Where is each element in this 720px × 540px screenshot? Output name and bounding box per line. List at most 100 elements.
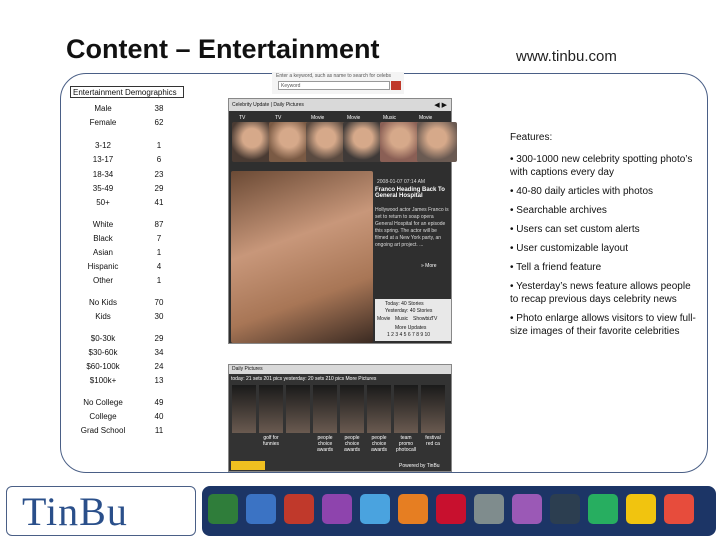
daily-counts[interactable]: today: 21 sets 201 pics yesterday: 20 se…	[231, 376, 376, 382]
soccer-ball-icon[interactable]	[208, 494, 238, 524]
demographics-value: 41	[154, 198, 164, 207]
subtab-tv[interactable]: TV	[431, 316, 437, 322]
demographics-value: 62	[154, 118, 164, 127]
demographics-label: $0-30k	[90, 334, 116, 343]
demographics-label: Other	[92, 276, 113, 285]
today-stories[interactable]: Today: 40 Stories	[385, 301, 424, 307]
daily-photo[interactable]	[367, 385, 391, 433]
daily-photo[interactable]	[313, 385, 337, 433]
article-body: Hollywood actor James Franco is set to r…	[375, 207, 449, 248]
daily-pictures-panel: Daily Pictures today: 21 sets 201 pics y…	[228, 364, 452, 472]
subtab-showbiz[interactable]: Showbiz	[413, 316, 432, 322]
article-title[interactable]: Franco Heading Back To General Hospital	[375, 187, 449, 199]
daily-photo[interactable]	[232, 385, 256, 433]
celebrity-thumbnail[interactable]	[417, 122, 457, 162]
person-icon[interactable]	[474, 494, 504, 524]
search-panel: Enter a keyword, such as name to search …	[272, 72, 404, 94]
demographics-value: 34	[154, 348, 164, 357]
demographics-label: Hispanic	[87, 262, 119, 271]
demographics-label: College	[89, 412, 117, 421]
featured-photo[interactable]	[231, 171, 373, 343]
tab-tv[interactable]: TV	[239, 115, 245, 121]
demographics-label: 3-12	[94, 141, 111, 150]
demographics-value: 29	[154, 334, 164, 343]
daily-photo[interactable]	[340, 385, 364, 433]
tab-movie[interactable]: Movie	[311, 115, 324, 121]
feature-item: • Tell a friend feature	[510, 262, 602, 273]
feature-item: • 40-80 daily articles with photos	[510, 186, 654, 197]
powered-by: Powered by TinBu	[399, 463, 440, 469]
keyword-input[interactable]: Keyword	[278, 81, 390, 90]
daily-caption: festival red ca	[425, 435, 441, 447]
slide-title: Content – Entertainment	[66, 34, 380, 64]
celebrity-thumbnail[interactable]	[380, 122, 420, 162]
tab-music[interactable]: Music	[383, 115, 396, 121]
demographics-value: 38	[154, 104, 164, 113]
pager[interactable]: 1 2 3 4 5 6 7 8 9 10	[387, 332, 430, 338]
demographics-value: 23	[154, 170, 164, 179]
demographics-label: Black	[93, 234, 113, 243]
billiard-ball-icon[interactable]	[322, 494, 352, 524]
subtab-music[interactable]: Music	[395, 316, 408, 322]
tab-movie[interactable]: Movie	[347, 115, 360, 121]
music-notes-icon[interactable]	[284, 494, 314, 524]
demographics-label: 18-34	[92, 170, 114, 179]
demographics-label: 50+	[96, 198, 110, 207]
feature-item: • Users can set custom alerts	[510, 224, 640, 235]
demographics-value: 1	[156, 248, 162, 257]
daily-photo[interactable]	[394, 385, 418, 433]
daily-header: Daily Pictures	[229, 365, 451, 374]
daily-photo[interactable]	[259, 385, 283, 433]
newspaper-icon[interactable]	[436, 494, 466, 524]
demographics-value: 49	[154, 398, 164, 407]
basketball-icon[interactable]	[664, 494, 694, 524]
daily-caption: people choice awards	[370, 435, 388, 453]
celebrity-thumbnail[interactable]	[306, 122, 346, 162]
demographics-label: Kids	[95, 312, 111, 321]
demographics-value: 24	[154, 362, 164, 371]
more-link[interactable]: » More	[421, 263, 437, 269]
site-url[interactable]: www.tinbu.com	[516, 48, 617, 65]
stories-panel: Today: 40 Stories Yesterday: 40 Stories …	[375, 299, 451, 341]
celebrity-thumbnail[interactable]	[269, 122, 309, 162]
more-updates-link[interactable]: More Updates	[395, 325, 426, 331]
demographics-value: 13	[154, 376, 164, 385]
search-hint: Enter a keyword, such as name to search …	[276, 73, 392, 79]
chess-icon[interactable]	[588, 494, 618, 524]
nav-arrows-icon[interactable]: ◀ ▶	[434, 101, 447, 109]
tab-header: Celebrity Update | Daily Pictures	[229, 99, 451, 111]
subtab-movie[interactable]: Movie	[377, 316, 390, 322]
daily-caption: people choice awards	[316, 435, 334, 453]
search-button[interactable]	[391, 81, 401, 90]
feature-item: • 300-1000 new celebrity spotting photo’…	[510, 154, 693, 178]
daily-photo[interactable]	[421, 385, 445, 433]
demographics-label: No College	[83, 398, 123, 407]
feature-item: • Yesterday’s news feature allows people…	[510, 281, 691, 305]
tinbu-logo[interactable]: TinBu	[22, 488, 128, 535]
demographics-value: 30	[154, 312, 164, 321]
feature-item: • Searchable archives	[510, 205, 607, 216]
demographics-label: Male	[94, 104, 112, 113]
yesterday-stories[interactable]: Yesterday: 40 Stories	[385, 308, 432, 314]
joystick-icon[interactable]	[550, 494, 580, 524]
demographics-value: 7	[156, 234, 162, 243]
tab-tv[interactable]: TV	[275, 115, 281, 121]
demographics-label: Asian	[92, 248, 113, 257]
demographics-value: 29	[154, 184, 164, 193]
demographics-label: $60-100k	[86, 362, 120, 371]
bubble-icon[interactable]	[512, 494, 542, 524]
celebrity-thumbnail[interactable]	[343, 122, 383, 162]
speech-bubble-icon[interactable]	[398, 494, 428, 524]
demographics-label: $30-60k	[88, 348, 118, 357]
sudoku-icon[interactable]	[626, 494, 656, 524]
weather-icon[interactable]	[360, 494, 390, 524]
demographics-value: 1	[156, 141, 162, 150]
demographics-value: 40	[154, 412, 164, 421]
daily-photo[interactable]	[286, 385, 310, 433]
tab-movie[interactable]: Movie	[419, 115, 432, 121]
demographics-label: $100k+	[89, 376, 117, 385]
chart-icon[interactable]	[246, 494, 276, 524]
daily-caption: team promo photocall	[395, 435, 416, 453]
celebrity-thumbnail[interactable]	[232, 122, 272, 162]
demographics-value: 4	[156, 262, 162, 271]
